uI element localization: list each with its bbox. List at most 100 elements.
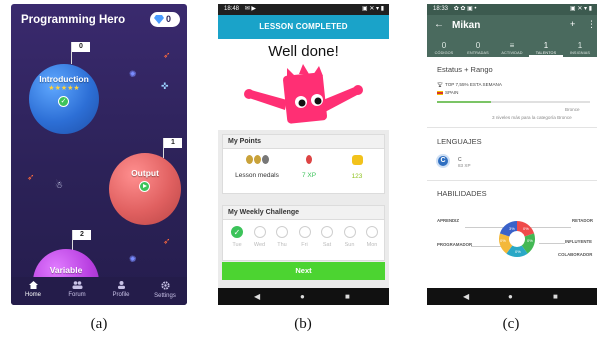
app-title: Programming Hero bbox=[21, 14, 126, 26]
back-arrow-icon[interactable]: ← bbox=[434, 19, 444, 30]
planet-label: Introduction bbox=[39, 74, 89, 84]
weekday-sat: Sat bbox=[319, 226, 335, 248]
recents-icon[interactable]: ■ bbox=[345, 292, 350, 301]
connector-line bbox=[539, 243, 565, 244]
connector-line bbox=[531, 227, 571, 228]
level-flag: 0 bbox=[72, 42, 90, 52]
gear-icon bbox=[160, 281, 170, 290]
home-button-icon[interactable]: ● bbox=[508, 292, 513, 301]
caption-b: (b) bbox=[294, 316, 312, 332]
stats-tabs: 0 CÓDIGOS 0 ENTRADAS ≡ ACTIVIDAD 1 TALENTOS 1 INS… bbox=[427, 42, 597, 57]
weekday-thu: Thu bbox=[274, 226, 290, 248]
header: Programming Hero 0 bbox=[11, 4, 187, 34]
skill-label: APRENDIZ bbox=[437, 218, 459, 223]
recents-icon[interactable]: ■ bbox=[553, 292, 558, 301]
xp-points: 7 XP bbox=[297, 155, 321, 179]
trophy-icon: 🏆︎ bbox=[437, 82, 443, 87]
back-icon[interactable]: ◀ bbox=[254, 292, 260, 301]
person-icon bbox=[117, 281, 125, 289]
coin-value: 123 bbox=[351, 173, 363, 180]
coins: 123 bbox=[345, 155, 369, 180]
skill-label: RETADOR bbox=[572, 218, 593, 223]
day-circle bbox=[343, 226, 356, 238]
xp-value: 7 XP bbox=[301, 172, 317, 179]
challenge-title: My Weekly Challenge bbox=[223, 206, 384, 220]
gem-counter[interactable]: 0 bbox=[150, 12, 180, 27]
gem-count: 0 bbox=[166, 14, 172, 24]
gold-medal-icon bbox=[253, 155, 261, 164]
skill-label: INFLUYENTE bbox=[565, 239, 592, 244]
stat-tab[interactable]: 1 TALENTOS bbox=[529, 42, 563, 57]
gold-medal-icon bbox=[245, 155, 253, 164]
stat-count: 1 bbox=[577, 41, 583, 50]
points-title: My Points bbox=[223, 135, 384, 149]
slice-value: 0% bbox=[527, 238, 533, 243]
lesson-medals: Lesson medals bbox=[233, 155, 281, 179]
rank-progress-bar bbox=[437, 101, 590, 103]
day-circle bbox=[276, 226, 288, 238]
rocket-icon: ➶ bbox=[163, 50, 171, 60]
weekday-label: Tue bbox=[232, 242, 242, 248]
stat-tab[interactable]: 0 ENTRADAS bbox=[461, 42, 495, 56]
section-title: HABILIDADES bbox=[437, 189, 487, 198]
stat-count: ≡ bbox=[509, 41, 515, 50]
tab-home[interactable]: Home bbox=[11, 277, 55, 305]
skills-donut-chart: 3% 0% 0% 0% 0% bbox=[498, 221, 536, 258]
skill-label: COLABORADOR bbox=[558, 252, 593, 257]
stat-tab[interactable]: 1 INSIGNIAS bbox=[563, 42, 597, 56]
back-icon[interactable]: ◀ bbox=[463, 292, 469, 301]
slice-value: 0% bbox=[500, 238, 506, 243]
points-card: My Points Lesson medals 7 XP 123 bbox=[222, 134, 385, 194]
tab-label: Settings bbox=[154, 293, 176, 299]
day-circle bbox=[366, 226, 378, 238]
weekday-wed: Wed bbox=[252, 226, 268, 248]
profile-screen: 18:33 ✿ ✿ ▣ • ▣ ✕ ▾ ▮ ← Mikan + ⋮ 0 CÓDIG… bbox=[427, 4, 597, 305]
section-title: Estatus + Rango bbox=[437, 65, 493, 74]
country: SPAIN bbox=[445, 90, 459, 95]
app-bar: ← Mikan + ⋮ 0 CÓDIGOS 0 ENTRADAS ≡ ACTIVIDAD 1… bbox=[427, 15, 597, 57]
system-nav-bar: ◀ ● ■ bbox=[427, 288, 597, 305]
dark-medal-icon bbox=[261, 155, 269, 164]
rank-progress-fill bbox=[437, 101, 491, 103]
weekday-label: Sun bbox=[344, 242, 355, 248]
people-icon bbox=[72, 281, 82, 289]
weekday-fri: Fri bbox=[297, 226, 313, 248]
stat-tab[interactable]: ≡ ACTIVIDAD bbox=[495, 42, 529, 56]
notification-icon: ✿ ✿ ▣ • bbox=[453, 6, 477, 12]
rank-label: Bronce bbox=[565, 107, 580, 112]
stat-tab[interactable]: 0 CÓDIGOS bbox=[427, 42, 461, 56]
section-title: LENGUAJES bbox=[437, 137, 482, 146]
stat-count: 0 bbox=[475, 41, 481, 50]
languages-section: LENGUAJES C 83 XP bbox=[427, 128, 597, 181]
diamond-icon bbox=[154, 15, 164, 24]
weekday-label: Sat bbox=[322, 242, 332, 248]
weekday-label: Wed bbox=[253, 242, 266, 248]
day-circle bbox=[298, 226, 311, 238]
tab-label: Forum bbox=[68, 292, 86, 298]
more-options-icon[interactable]: ⋮ bbox=[587, 19, 596, 30]
rocket-icon: ➶ bbox=[163, 236, 171, 246]
tab-forum[interactable]: Forum bbox=[55, 277, 99, 305]
add-person-icon[interactable]: + bbox=[570, 19, 575, 29]
tab-settings[interactable]: Settings bbox=[143, 277, 187, 305]
astronaut-icon: ☃ bbox=[55, 180, 64, 190]
slice-value: 0% bbox=[515, 249, 521, 254]
bottom-tab-bar: Home Forum Profile Settings bbox=[11, 277, 187, 305]
status-time: 18:33 bbox=[433, 6, 449, 12]
skill-label: PROGRAMADOR bbox=[437, 242, 473, 247]
planet-label: Variable bbox=[49, 265, 83, 275]
page-title: Well done! bbox=[268, 43, 339, 60]
home-button-icon[interactable]: ● bbox=[300, 292, 305, 301]
home-icon bbox=[28, 281, 38, 289]
day-circle bbox=[321, 226, 333, 238]
level-flag: 2 bbox=[73, 230, 91, 240]
xp-medal-icon bbox=[306, 155, 312, 164]
weekday-tue: ✓ Tue bbox=[229, 226, 245, 248]
galaxy-icon: ✺ bbox=[129, 254, 137, 264]
status-rank-section: Estatus + Rango 🏆︎ TOP 7,55% ESTA SEMANA… bbox=[427, 57, 597, 128]
play-icon[interactable] bbox=[139, 181, 150, 192]
next-button[interactable]: Next bbox=[222, 262, 385, 280]
tab-profile[interactable]: Profile bbox=[99, 277, 143, 305]
language-c-icon[interactable]: C bbox=[436, 154, 450, 168]
rocket-icon: ➶ bbox=[27, 172, 35, 182]
